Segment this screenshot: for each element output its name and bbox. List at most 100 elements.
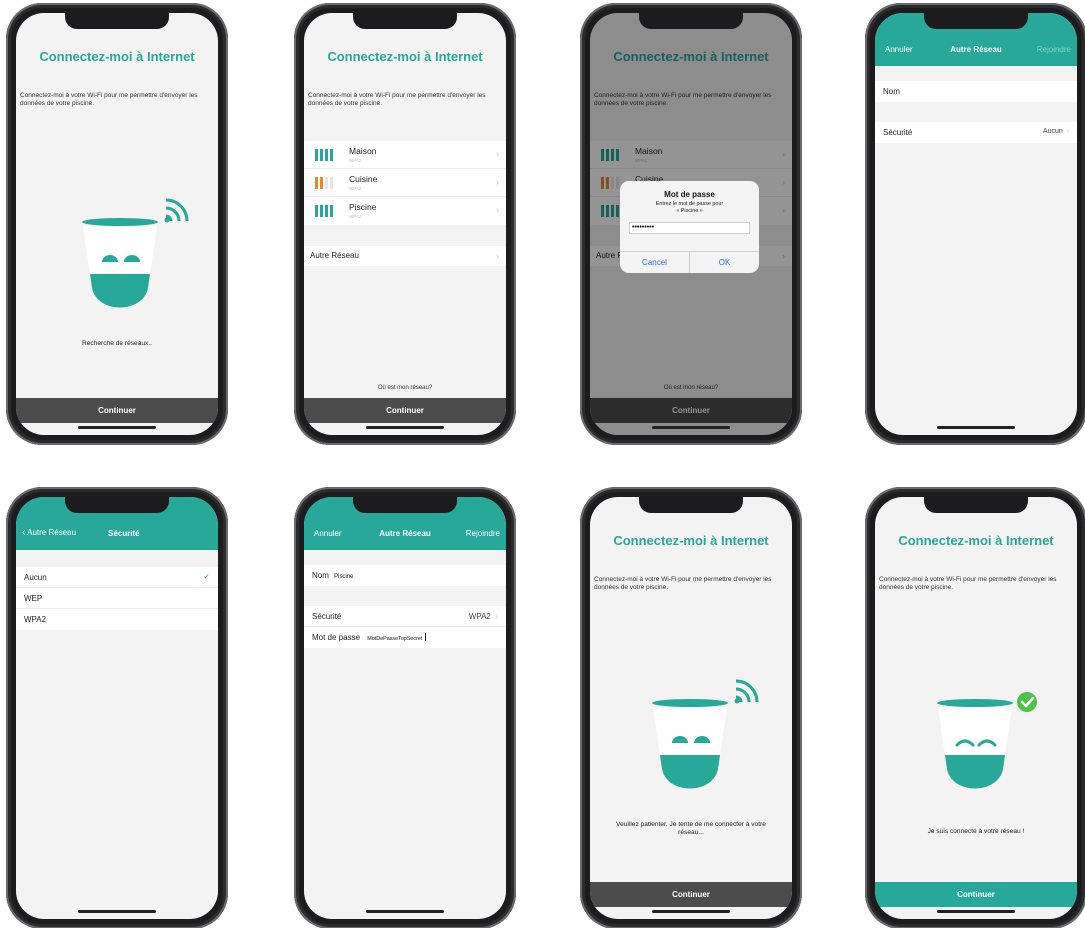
screen: Annuler Autre Réseau Rejoindre Nom Pisci… xyxy=(304,497,506,919)
network-name: Maison xyxy=(349,146,377,156)
network-security: WPA2 xyxy=(349,186,362,191)
security-option-wep[interactable]: WEP xyxy=(16,588,218,609)
security-group: Sécurité WPA2 › Mot de passe MotDePasseT… xyxy=(304,606,506,648)
ok-button[interactable]: OK xyxy=(689,252,759,273)
network-security: WPA2 xyxy=(349,158,362,163)
dialog-message: Entrez le mot de passe pour « Piscine » xyxy=(620,201,759,215)
status-text: Veuillez patienter. Je tente de me conne… xyxy=(616,821,766,836)
chevron-right-icon: › xyxy=(496,149,499,159)
name-label: Nom xyxy=(883,87,900,96)
network-row-piscine[interactable]: Piscine WPA2 › xyxy=(304,197,506,225)
password-dialog: Mot de passe Entrez le mot de passe pour… xyxy=(620,181,759,273)
back-nav-button[interactable]: ‹ Autre Réseau xyxy=(22,527,76,538)
chevron-right-icon: › xyxy=(496,177,499,187)
signal-strength-full-icon xyxy=(315,149,333,161)
security-option-aucun[interactable]: Aucun ✓ xyxy=(16,567,218,588)
notch xyxy=(353,497,457,513)
nav-title: Sécurité xyxy=(108,529,140,538)
continue-button[interactable]: Continuer xyxy=(590,882,792,907)
security-options-list: Aucun ✓ WEP WPA2 xyxy=(16,567,218,630)
screen: Connectez-moi à Internet Connectez-moi à… xyxy=(590,13,792,435)
join-nav-button[interactable]: Rejoindre xyxy=(1037,45,1071,54)
option-label: WEP xyxy=(24,594,43,603)
phone-screen-connected: Connectez-moi à Internet Connectez-moi à… xyxy=(865,487,1085,928)
password-input[interactable]: ••••••••• xyxy=(629,222,750,234)
where-is-my-network-link[interactable]: Où est mon réseau? xyxy=(304,385,506,391)
dialog-title: Mot de passe xyxy=(664,190,715,199)
back-label: Autre Réseau xyxy=(27,528,77,537)
home-indicator xyxy=(652,910,730,913)
chevron-right-icon: › xyxy=(496,205,499,215)
pool-robot-illustration xyxy=(82,198,189,308)
security-value-text: WPA2 xyxy=(468,612,491,621)
name-field[interactable]: Nom Piscine xyxy=(304,565,506,586)
network-list: Maison WPA2 › Cuisine WPA2 › Piscine xyxy=(304,141,506,225)
home-indicator xyxy=(652,426,730,429)
other-network-label: Autre Réseau xyxy=(310,251,359,260)
intro-text: Connectez-moi à votre Wi-Fi pour me perm… xyxy=(308,92,486,107)
screen: Connectez-moi à Internet Connectez-moi à… xyxy=(304,13,506,435)
security-row[interactable]: Sécurité Aucun › xyxy=(875,122,1077,143)
option-label: WPA2 xyxy=(24,615,47,624)
notch xyxy=(353,13,457,29)
other-network-row[interactable]: Autre Réseau › xyxy=(304,246,506,266)
chevron-right-icon: › xyxy=(493,612,498,621)
security-label: Sécurité xyxy=(883,128,913,137)
security-option-wpa2[interactable]: WPA2 xyxy=(16,609,218,630)
intro-text: Connectez-moi à votre Wi-Fi pour me perm… xyxy=(20,92,198,107)
join-nav-button[interactable]: Rejoindre xyxy=(466,529,500,538)
pool-robot-illustration xyxy=(652,679,759,789)
network-name: Cuisine xyxy=(349,174,378,184)
security-value: WPA2 › xyxy=(469,612,498,621)
check-circle-icon xyxy=(1017,692,1037,712)
phone-screen-network-list: Connectez-moi à Internet Connectez-moi à… xyxy=(294,3,516,445)
dialog-message-line: Entrez le mot de passe pour xyxy=(655,201,724,207)
continue-button[interactable]: Continuer xyxy=(304,398,506,423)
name-group: Nom xyxy=(875,81,1077,102)
home-indicator xyxy=(366,426,444,429)
security-value-text: Aucun xyxy=(1042,128,1063,135)
network-row-maison[interactable]: Maison WPA2 › xyxy=(304,141,506,169)
password-field[interactable]: Mot de passe MotDePasseTopSecret xyxy=(304,627,506,648)
name-label: Nom xyxy=(312,571,329,580)
cancel-button[interactable]: Cancel xyxy=(620,252,689,273)
notch xyxy=(924,13,1028,29)
name-field[interactable]: Nom xyxy=(875,81,1077,102)
page-title: Connectez-moi à Internet xyxy=(327,49,483,64)
network-security: WPA2 xyxy=(349,214,362,219)
phone-screen-other-network-empty: Annuler Autre Réseau Rejoindre Nom Sécur… xyxy=(865,3,1085,445)
dialog-buttons: Cancel OK xyxy=(620,251,759,273)
notch xyxy=(65,497,169,513)
status-text: Je suis connecté à votre réseau ! xyxy=(927,828,1025,835)
phone-screen-password-dialog: Connectez-moi à Internet Connectez-moi à… xyxy=(580,3,802,445)
wifi-icon xyxy=(734,679,759,704)
dialog-message-network: « Piscine » xyxy=(676,208,703,214)
notch xyxy=(639,13,743,29)
continue-button[interactable]: Continuer xyxy=(16,398,218,423)
screen: ‹ Autre Réseau Sécurité Aucun ✓ WEP WPA2 xyxy=(16,497,218,919)
pool-robot-happy-illustration xyxy=(937,692,1037,789)
wifi-icon xyxy=(164,198,189,223)
home-indicator xyxy=(78,910,156,913)
home-indicator xyxy=(366,910,444,913)
signal-strength-full-icon xyxy=(315,205,333,217)
page-title: Connectez-moi à Internet xyxy=(39,49,195,64)
chevron-right-icon: › xyxy=(1064,128,1069,135)
screen: Annuler Autre Réseau Rejoindre Nom Sécur… xyxy=(875,13,1077,435)
page-title: Connectez-moi à Internet xyxy=(613,533,769,548)
network-name: Piscine xyxy=(349,202,377,212)
network-row-cuisine[interactable]: Cuisine WPA2 › xyxy=(304,169,506,197)
phone-screen-connecting: Connectez-moi à Internet Connectez-moi à… xyxy=(580,487,802,928)
name-value: Piscine xyxy=(334,574,354,580)
home-indicator xyxy=(937,426,1015,429)
security-row[interactable]: Sécurité WPA2 › xyxy=(304,606,506,627)
text-cursor xyxy=(424,633,426,641)
phone-screen-other-network-filled: Annuler Autre Réseau Rejoindre Nom Pisci… xyxy=(294,487,516,928)
security-group: Sécurité Aucun › xyxy=(875,122,1077,143)
checkmark-icon: ✓ xyxy=(203,572,210,581)
home-indicator xyxy=(937,910,1015,913)
page-title: Connectez-moi à Internet xyxy=(898,533,1054,548)
name-group: Nom Piscine xyxy=(304,565,506,586)
security-value: Aucun › xyxy=(1043,128,1069,135)
continue-button[interactable]: Continuer xyxy=(875,882,1077,907)
